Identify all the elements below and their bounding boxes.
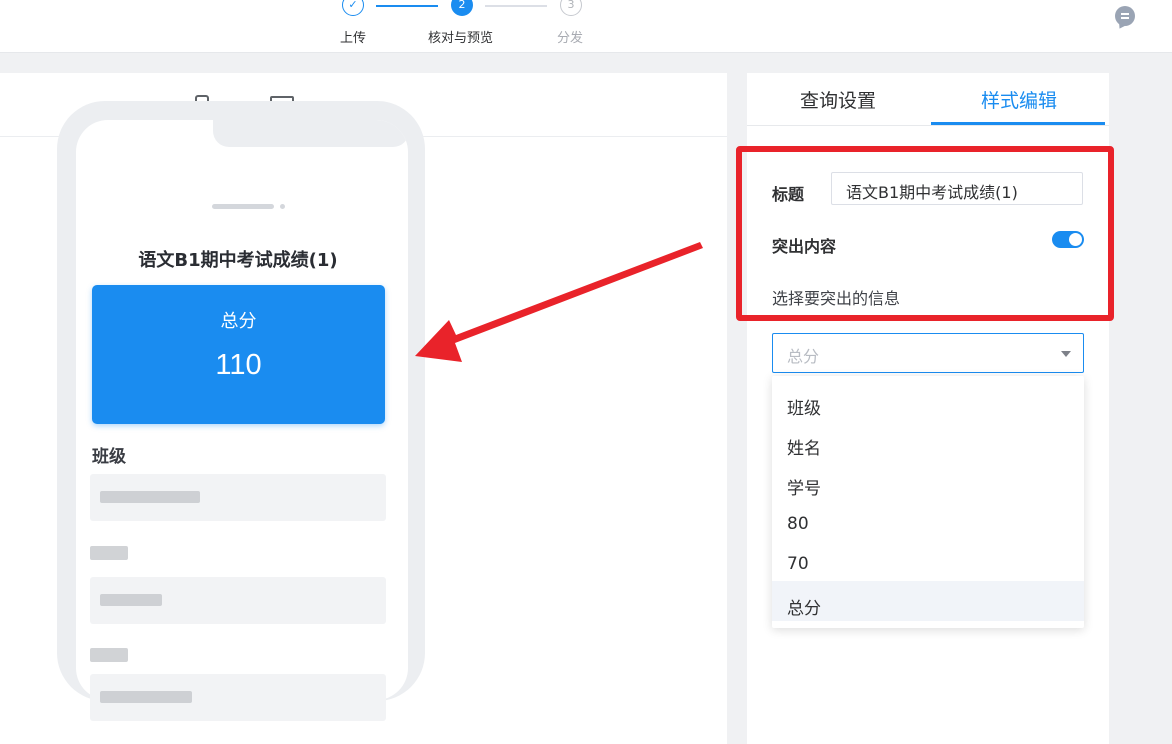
field-value-box (90, 577, 386, 624)
option-80[interactable]: 80 (772, 501, 1084, 541)
highlight-field-select[interactable]: 总分 (772, 333, 1084, 373)
step-connector-1 (376, 5, 438, 7)
field-label-class: 班级 (92, 447, 126, 467)
chevron-down-icon (1061, 351, 1071, 357)
step-3-label: 分发 (557, 31, 584, 46)
highlight-card: 总分 110 (92, 285, 385, 424)
option-student-id[interactable]: 学号 (772, 461, 1084, 501)
phone-notch (213, 120, 408, 147)
field-value-box (90, 674, 386, 721)
highlight-label: 总分 (220, 311, 257, 332)
blurred-field-label (90, 546, 128, 560)
step-connector-2 (485, 5, 547, 7)
step-2-marker: 2 (451, 0, 473, 16)
preview-title: 语文B1期中考试成绩(1) (138, 250, 338, 271)
step-1-check-icon: ✓ (342, 0, 364, 16)
blurred-value (100, 691, 192, 703)
blurred-value (100, 491, 200, 503)
option-70[interactable]: 70 (772, 541, 1084, 581)
highlight-value: 110 (215, 349, 262, 381)
chat-icon[interactable] (1115, 6, 1135, 26)
blurred-value (100, 594, 162, 606)
active-tab-indicator (931, 122, 1105, 125)
option-name[interactable]: 姓名 (772, 421, 1084, 461)
tab-style-edit[interactable]: 样式编辑 (981, 86, 1057, 113)
step-1-label: 上传 (340, 31, 367, 46)
blurred-field-label (90, 648, 128, 662)
field-value-box (90, 474, 386, 521)
option-class[interactable]: 班级 (772, 381, 1084, 421)
option-total-score[interactable]: 总分 (772, 581, 1084, 621)
phone-speaker (212, 204, 274, 209)
step-header: ✓ 2 3 上传 核对与预览 分发 (0, 0, 1172, 53)
select-placeholder: 总分 (787, 347, 820, 366)
step-2-label: 核对与预览 (428, 31, 494, 46)
tab-query-settings[interactable]: 查询设置 (800, 86, 876, 113)
settings-tabs: 查询设置 样式编辑 (747, 73, 1109, 126)
phone-camera (280, 204, 285, 209)
select-dropdown: 班级 姓名 学号 80 70 总分 (772, 376, 1084, 628)
annotation-highlight-box (736, 146, 1114, 321)
step-3-marker: 3 (560, 0, 582, 16)
